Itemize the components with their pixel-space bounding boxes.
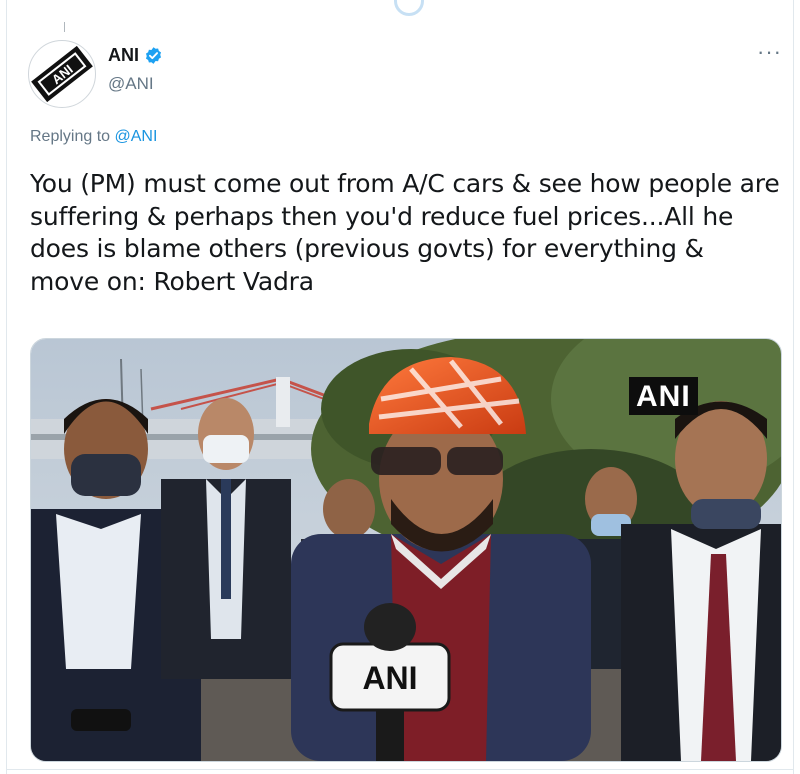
author-handle[interactable]: @ANI (108, 74, 154, 94)
replying-to-line: Replying to @ANI (30, 128, 157, 146)
replying-to-label: Replying to (30, 128, 111, 145)
replying-to-mention-link[interactable]: @ANI (115, 128, 158, 145)
avatar[interactable]: ANI (28, 40, 96, 108)
more-horizontal-icon[interactable]: ··· (757, 41, 782, 63)
frame-right-border (793, 0, 794, 774)
frame-bottom-border (6, 769, 794, 770)
tweet-text: You (PM) must come out from A/C cars & s… (30, 169, 780, 296)
mic-label-text: ANI (362, 660, 417, 696)
frame-left-border (6, 0, 7, 774)
ani-watermark: ANI (629, 377, 698, 415)
verified-badge-icon (144, 46, 163, 65)
author-name[interactable]: ANI (108, 45, 163, 66)
loading-spinner-icon (394, 0, 424, 16)
thread-line (64, 22, 65, 32)
ani-logo-icon: ANI (31, 43, 93, 105)
author-name-text[interactable]: ANI (108, 45, 139, 66)
tweet-media-photo[interactable]: ANI ANI (30, 338, 782, 762)
